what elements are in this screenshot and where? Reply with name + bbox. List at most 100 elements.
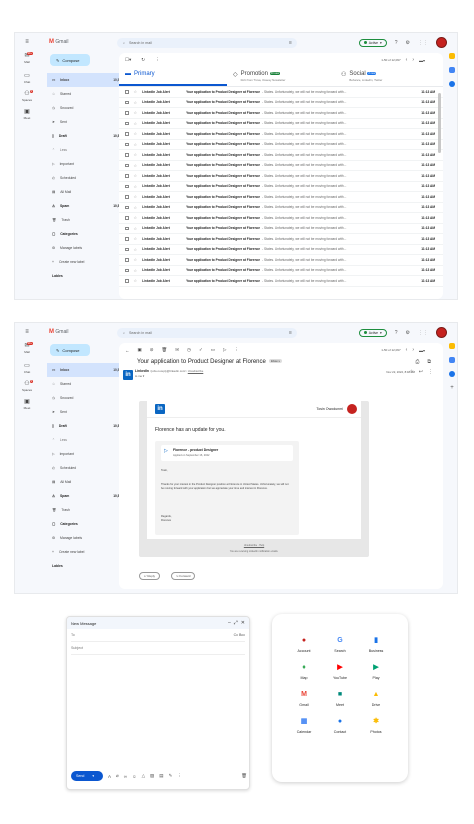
app-youtube[interactable]: ▶ YouTube xyxy=(322,663,358,680)
table-row[interactable]: ☆ LinkedIn Job Alert Your application to P… xyxy=(119,140,443,150)
avatar[interactable] xyxy=(436,327,447,338)
delete-icon[interactable]: 🗑 xyxy=(162,347,168,353)
row-checkbox[interactable] xyxy=(125,184,129,188)
prev-page-icon[interactable]: ‹ xyxy=(406,57,408,63)
image-icon[interactable]: ▨ xyxy=(150,773,154,779)
star-icon[interactable]: ☆ xyxy=(134,89,138,94)
recipient-line[interactable]: to me ▾ xyxy=(135,374,443,378)
nav-item-create-label[interactable]: + Create new label xyxy=(47,545,127,559)
star-icon[interactable]: ☆ xyxy=(134,121,138,126)
avatar[interactable] xyxy=(436,37,447,48)
keyboard-icon[interactable]: ▬▾ xyxy=(419,348,425,353)
menu-icon[interactable]: ≡ xyxy=(21,329,33,336)
chevron-down-icon[interactable]: ▾ xyxy=(92,774,94,778)
table-row[interactable]: ☆ LinkedIn Job Alert Your application to P… xyxy=(119,192,443,203)
row-checkbox[interactable] xyxy=(125,237,129,241)
star-icon[interactable]: ☆ xyxy=(134,226,138,231)
star-icon[interactable]: ☆ xyxy=(134,236,138,241)
row-checkbox[interactable] xyxy=(125,153,129,157)
folder-chip[interactable]: Inbox x xyxy=(268,359,282,364)
app-meet[interactable]: ■ Meet xyxy=(322,690,358,707)
back-arrow-icon[interactable]: ← xyxy=(125,348,130,353)
rail-spaces[interactable]: ⚇ 3 Spaces xyxy=(21,380,33,392)
footer-links[interactable]: Unsubscribe · Help xyxy=(139,544,369,547)
report-icon[interactable]: ⊘ xyxy=(150,347,154,353)
table-row[interactable]: ☆ LinkedIn Job Alert Your application to P… xyxy=(119,108,443,119)
star-icon[interactable]: ☆ xyxy=(134,268,138,273)
nav-item-scheduled[interactable]: ◴ Scheduled xyxy=(47,461,127,475)
filter-icon[interactable]: ☰ xyxy=(289,331,292,335)
gmail-logo[interactable]: M Gmail xyxy=(49,329,68,335)
search-bar[interactable]: ⌕ Search in mail ☰ xyxy=(117,328,297,338)
star-icon[interactable]: ☆ xyxy=(134,163,138,168)
apps-grid-icon[interactable]: ⋮⋮ xyxy=(418,40,428,46)
app-map[interactable]: ♦ Map xyxy=(286,663,322,680)
search-bar[interactable]: ⌕ Search in mail ☰ xyxy=(117,38,297,48)
nav-item-spam[interactable]: ⚠Spam10,500 xyxy=(47,489,127,503)
app-calendar[interactable]: ▦ Calendar xyxy=(286,717,322,734)
nav-item-snoozed[interactable]: ◷ Snoozed xyxy=(47,391,127,405)
compose-button[interactable]: ✎ Compose xyxy=(50,344,90,356)
star-icon[interactable]: ☆ xyxy=(134,257,138,262)
nav-item-important[interactable]: ▷ Important xyxy=(47,447,127,461)
app-play[interactable]: ▶ Play xyxy=(358,663,394,680)
nav-item-create-label[interactable]: + Create new label xyxy=(47,255,127,269)
row-checkbox[interactable] xyxy=(125,121,129,125)
star-icon[interactable]: ☆ xyxy=(134,100,138,105)
help-icon[interactable]: ? xyxy=(395,330,398,336)
gear-icon[interactable]: ⚙ xyxy=(406,40,410,46)
table-row[interactable]: ☆ LinkedIn Job Alert Your application to P… xyxy=(119,245,443,255)
app-drive[interactable]: ▲ Drive xyxy=(358,690,394,707)
table-row[interactable]: ☆ LinkedIn Job Alert Your application to P… xyxy=(119,161,443,171)
star-icon[interactable]: ☆ xyxy=(134,110,138,115)
compose-button[interactable]: ✎ Compose xyxy=(50,54,90,66)
help-icon[interactable]: ? xyxy=(395,40,398,46)
row-checkbox[interactable] xyxy=(125,216,129,220)
app-business[interactable]: ▮ Business xyxy=(358,636,394,653)
star-icon[interactable]: ☆ xyxy=(134,152,138,157)
app-search[interactable]: G Search xyxy=(322,636,358,653)
star-icon[interactable]: ☆ xyxy=(134,215,138,220)
table-row[interactable]: ☆ LinkedIn Job Alert Your application to P… xyxy=(119,171,443,182)
open-new-window-icon[interactable]: ⧉ xyxy=(427,359,431,365)
keyboard-icon[interactable]: ▬▾ xyxy=(419,58,425,63)
nav-item-starred[interactable]: ☆ Starred xyxy=(47,87,127,101)
scrollbar[interactable] xyxy=(438,93,441,153)
star-icon[interactable]: ☆ xyxy=(134,194,138,199)
close-icon[interactable]: ✕ xyxy=(241,620,245,626)
refresh-icon[interactable]: ↻ xyxy=(141,57,145,63)
status-dropdown[interactable]: Active ▾ xyxy=(358,328,387,337)
nav-item-snoozed[interactable]: ◷ Snoozed xyxy=(47,101,127,115)
row-checkbox[interactable] xyxy=(125,195,129,199)
snooze-icon[interactable]: ◷ xyxy=(187,347,191,353)
row-checkbox[interactable] xyxy=(125,205,129,209)
row-checkbox[interactable] xyxy=(125,90,129,94)
nav-item-scheduled[interactable]: ◴ Scheduled xyxy=(47,171,127,185)
send-button[interactable]: Send ▾ xyxy=(71,771,103,781)
row-checkbox[interactable] xyxy=(125,163,129,167)
app-photos[interactable]: ✱ Photos xyxy=(358,717,394,734)
star-icon[interactable]: ☆ xyxy=(409,369,413,375)
star-icon[interactable]: ☆ xyxy=(134,131,138,136)
rail-mail[interactable]: ✉ 99+ Mail xyxy=(21,52,33,64)
unsubscribe-link[interactable]: Unsubscribe xyxy=(188,369,204,373)
rail-meet[interactable]: ▣ Meet xyxy=(21,399,33,410)
star-icon[interactable]: ☆ xyxy=(134,278,138,283)
more-vert-icon[interactable]: ⋮ xyxy=(155,57,160,63)
star-icon[interactable]: ☆ xyxy=(134,247,138,252)
nav-item-all-mail[interactable]: ▤ All Mail xyxy=(47,185,127,199)
rail-mail[interactable]: ✉ 99+ Mail xyxy=(21,342,33,354)
rail-chat[interactable]: ▭ Chat xyxy=(21,363,33,374)
emoji-icon[interactable]: ☺ xyxy=(132,774,137,779)
row-checkbox[interactable] xyxy=(125,247,129,251)
nav-item-important[interactable]: ▷ Important xyxy=(47,157,127,171)
row-checkbox[interactable] xyxy=(125,142,129,146)
to-field[interactable]: To Cc Bcc xyxy=(71,629,245,642)
app-gmail[interactable]: M Gmail xyxy=(286,690,322,707)
nav-item-less[interactable]: ⌃ Less xyxy=(47,143,127,157)
signature-icon[interactable]: ✎ xyxy=(169,773,173,779)
app-contact[interactable]: ● Contact xyxy=(322,717,358,734)
reply-button[interactable]: ↩ Reply xyxy=(139,572,161,580)
table-row[interactable]: ☆ LinkedIn Job Alert Your application to P… xyxy=(119,203,443,213)
move-icon[interactable]: ▭ xyxy=(211,347,215,353)
